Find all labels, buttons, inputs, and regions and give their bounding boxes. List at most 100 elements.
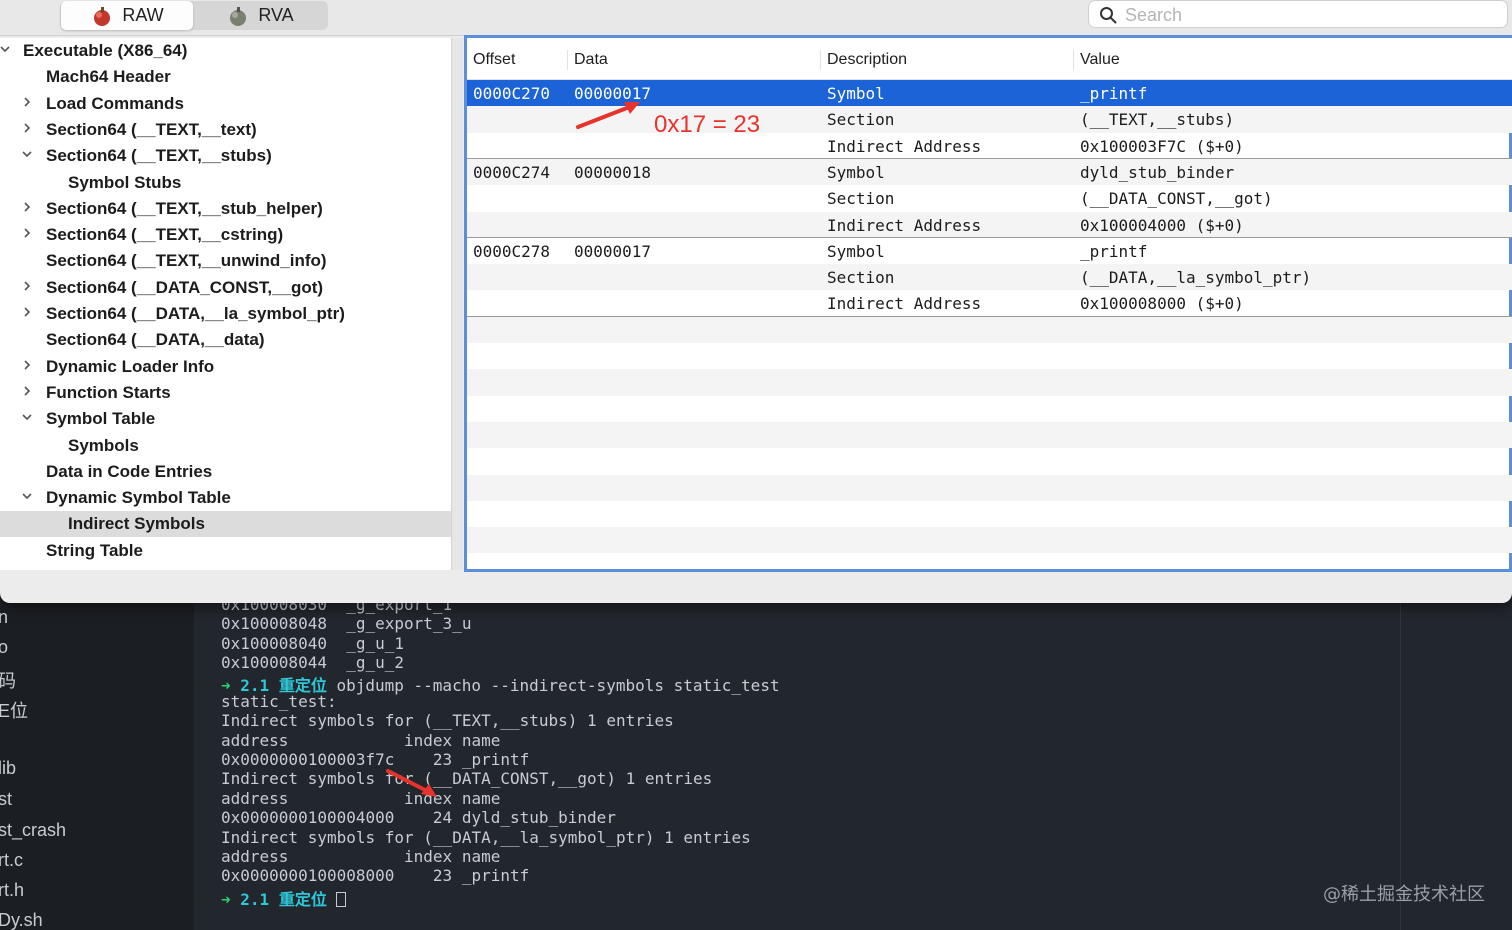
tree-item[interactable]: Symbol Stubs [0, 170, 451, 196]
terminal-line: Indirect symbols for (__TEXT,__stubs) 1 … [221, 711, 674, 731]
terminal-sidebar-item[interactable]: E位 [0, 697, 28, 723]
chevron-down-icon[interactable] [22, 149, 32, 159]
cell-description: Section [827, 110, 895, 130]
terminal-sidebar-item[interactable]: n [0, 607, 8, 628]
tree-item[interactable]: Symbol Table [0, 406, 451, 432]
tree-item[interactable]: Indirect Symbols [0, 511, 451, 538]
machoview-window: RAW RVA Executable (X86_64) Mach64 Header… [0, 0, 1512, 603]
search-input[interactable] [1125, 4, 1495, 26]
terminal-sidebar-item[interactable]: lib [0, 758, 16, 779]
prompt-directory: 2.1 重定位 [240, 889, 327, 909]
column-header-data[interactable]: Data [574, 51, 608, 69]
terminal-prompt-line[interactable]: ➜ 2.1 重定位 [221, 886, 347, 910]
terminal-line: 0x0000000100004000 24 dyld_stub_binder [221, 808, 616, 828]
terminal-line: Indirect symbols for (__DATA_CONST,__got… [221, 769, 713, 789]
tree-item[interactable]: Dynamic Loader Info [0, 354, 451, 380]
group-separator [467, 236, 1512, 238]
column-header-description[interactable]: Description [827, 51, 907, 69]
chevron-right-icon[interactable] [22, 307, 32, 317]
cell-description: Section [827, 189, 895, 209]
tree-item[interactable]: Section64 (__TEXT,__unwind_info) [0, 248, 451, 274]
column-separator [820, 50, 821, 70]
tree-item-label: Section64 (__TEXT,__unwind_info) [46, 251, 327, 271]
table-row[interactable]: Section (__DATA,__la_symbol_ptr) [467, 264, 1512, 291]
cell-value: _printf [1080, 241, 1148, 261]
tree-item[interactable]: String Table [0, 538, 451, 564]
tree-item[interactable]: Dynamic Symbol Table [0, 485, 451, 511]
cell-value: 0x100003F7C ($+0) [1080, 136, 1244, 156]
group-separator [467, 157, 1512, 159]
chevron-right-icon[interactable] [22, 228, 32, 238]
tree-item[interactable]: Load Commands [0, 91, 451, 117]
tree-item[interactable]: Section64 (__TEXT,__stub_helper) [0, 196, 451, 222]
terminal-sidebar-item[interactable]: 码 [0, 667, 16, 693]
chevron-down-icon[interactable] [22, 412, 32, 422]
cell-description: Symbol [827, 241, 885, 261]
terminal-sidebar-item[interactable]: o [0, 637, 8, 658]
table-empty-row [467, 316, 1512, 343]
rva-mode-button[interactable]: RVA [194, 1, 326, 30]
terminal-sidebar-item[interactable]: rt.h [0, 880, 24, 901]
prompt-arrow: ➜ [221, 889, 231, 909]
tree-item[interactable]: Executable (X86_64) [0, 38, 451, 64]
chevron-right-icon[interactable] [22, 202, 32, 212]
column-header-value[interactable]: Value [1080, 51, 1120, 69]
terminal-sidebar-item[interactable]: st [0, 789, 12, 810]
chevron-right-icon[interactable] [22, 123, 32, 133]
table-empty-row [467, 369, 1512, 396]
table-row[interactable]: 0000C278 00000017 Symbol _printf [467, 238, 1512, 264]
tree-item[interactable]: Function Starts [0, 380, 451, 406]
column-separator [567, 50, 568, 70]
cell-offset: 0000C278 [473, 241, 551, 261]
tree-item[interactable]: Section64 (__DATA,__data) [0, 327, 451, 353]
table-row[interactable]: Indirect Address 0x100004000 ($+0) [467, 211, 1512, 238]
toolbar: RAW RVA [0, 0, 1512, 36]
prompt-command: objdump --macho --indirect-symbols stati… [336, 676, 780, 696]
tree-item-label: Symbols [68, 435, 139, 455]
table-row[interactable]: Section (__DATA_CONST,__got) [467, 185, 1512, 211]
app-icon [226, 5, 250, 27]
tree-item-label: Mach64 Header [46, 67, 171, 87]
terminal-sidebar-item[interactable]: Dy.sh [0, 910, 43, 930]
tree-item[interactable]: Section64 (__TEXT,__cstring) [0, 222, 451, 248]
tree-item[interactable]: Section64 (__TEXT,__stubs) [0, 143, 451, 169]
cell-description: Symbol [827, 162, 885, 182]
chevron-right-icon[interactable] [22, 386, 32, 396]
cell-value: 0x100004000 ($+0) [1080, 215, 1244, 235]
tree-item[interactable]: Section64 (__TEXT,__text) [0, 117, 451, 143]
column-header-offset[interactable]: Offset [473, 51, 515, 69]
table-row[interactable]: Indirect Address 0x100008000 ($+0) [467, 290, 1512, 316]
cell-value: 0x100008000 ($+0) [1080, 294, 1244, 314]
search-field[interactable] [1088, 0, 1508, 28]
terminal-sidebar-item[interactable]: rt.c [0, 850, 23, 871]
chevron-down-icon[interactable] [22, 491, 32, 501]
cell-description: Symbol [827, 84, 885, 103]
tree-item[interactable]: Section64 (__DATA,__la_symbol_ptr) [0, 301, 451, 327]
chevron-right-icon[interactable] [22, 97, 32, 107]
search-icon [1100, 7, 1117, 24]
table-empty-row [467, 421, 1512, 449]
chevron-down-icon[interactable] [0, 44, 10, 54]
tree-item[interactable]: Symbols [0, 433, 451, 459]
terminal-line: address index name [221, 788, 501, 808]
table-row[interactable]: 0000C274 00000018 Symbol dyld_stub_binder [467, 158, 1512, 186]
tree-item[interactable]: Data in Code Entries [0, 459, 451, 485]
tree-item[interactable]: Section64 (__DATA_CONST,__got) [0, 275, 451, 301]
tree-item-label: Section64 (__DATA,__data) [46, 330, 265, 350]
table-empty-row [467, 527, 1512, 554]
cell-description: Indirect Address [827, 136, 982, 156]
terminal-line: 0x100008040 _g_u_1 [221, 633, 405, 653]
annotation-arrow-icon [576, 102, 640, 129]
group-separator [467, 315, 1512, 317]
table-row[interactable]: Indirect Address 0x100003F7C ($+0) [467, 133, 1512, 159]
terminal-sidebar-item[interactable]: st_crash [0, 820, 66, 841]
terminal-cursor [336, 891, 347, 907]
split-view-divider[interactable] [451, 38, 463, 570]
chevron-right-icon[interactable] [22, 360, 32, 370]
chevron-right-icon[interactable] [22, 281, 32, 291]
terminal-line: 0x0000000100008000 23 _printf [221, 866, 530, 886]
raw-mode-button[interactable]: RAW [61, 1, 193, 30]
tree-item[interactable]: Mach64 Header [0, 64, 451, 90]
terminal-line: static_test: [221, 691, 337, 711]
raw-mode-label: RAW [122, 5, 164, 25]
